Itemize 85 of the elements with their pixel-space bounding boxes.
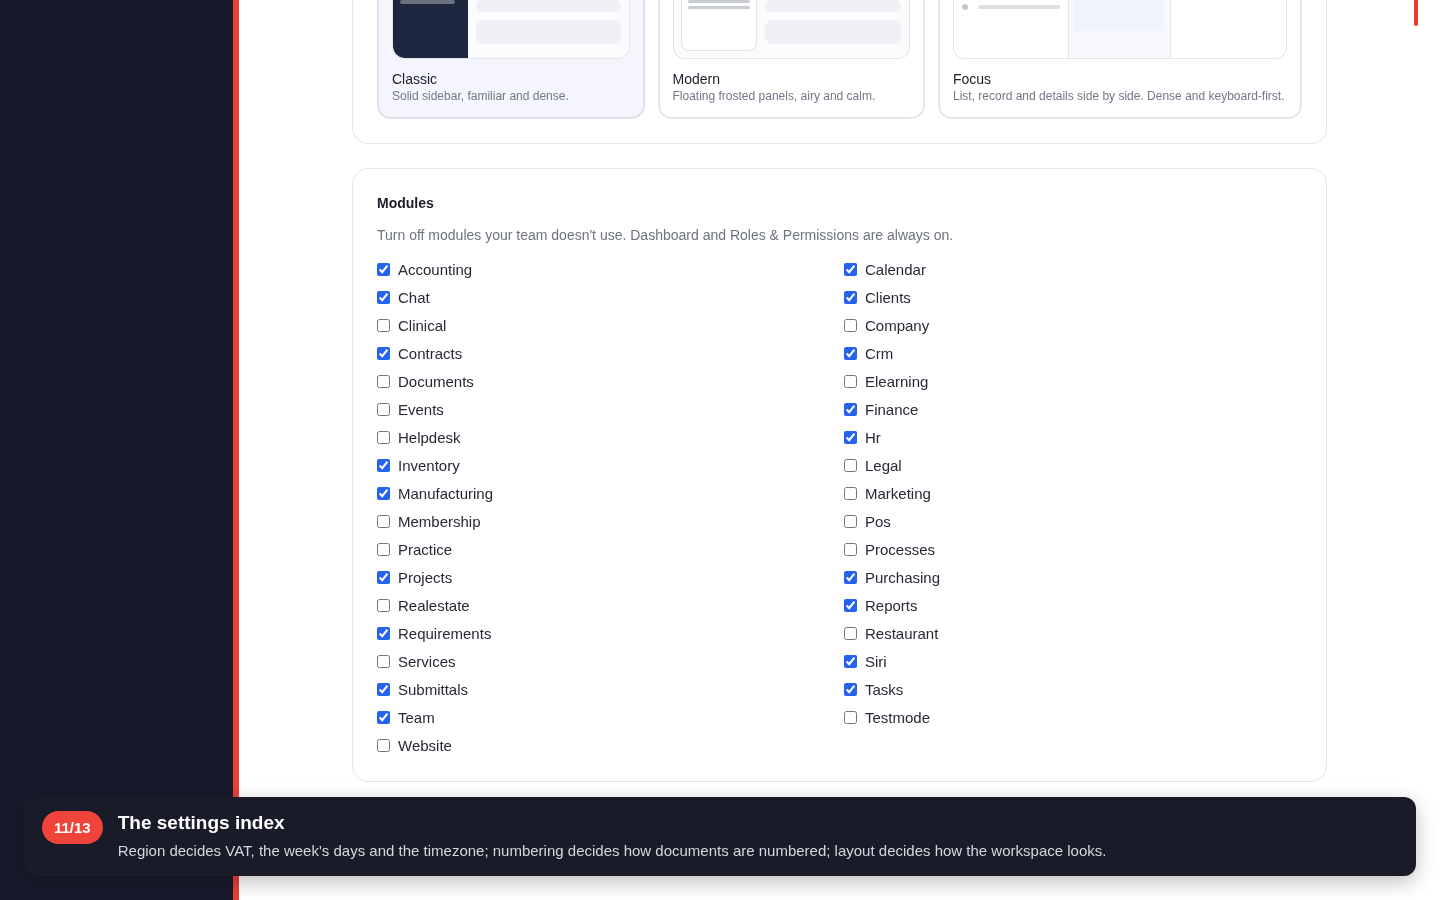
checkbox[interactable] [844, 486, 857, 500]
checkbox[interactable] [377, 626, 390, 640]
checkbox[interactable] [377, 654, 390, 668]
marker-stroke [1414, 0, 1418, 26]
module-label: Restaurant [865, 624, 939, 642]
module-label: Membership [398, 512, 481, 530]
layout-description: Floating frosted panels, airy and calm. [672, 88, 877, 104]
module-label: Website [398, 736, 452, 754]
checkbox[interactable] [844, 682, 857, 696]
layout-name: Classic [392, 70, 439, 88]
module-label: Services [398, 652, 456, 670]
layout-option[interactable]: Focus List, record and details side by side. Dense and keyboard-first. [938, 0, 1302, 119]
tooltip-text: Region decides VAT, the week's days and the timezone; numbering decides how documents are numbered; layout decides how the workspace looks. [117, 842, 1107, 859]
layout-description: List, record and details side by side. Dense and keyboard-first. [953, 88, 1286, 104]
layout-name: Modern [672, 70, 721, 88]
module-label: Submittals [398, 680, 469, 698]
module-label: Elearning [865, 372, 929, 390]
module-label: Projects [398, 568, 453, 586]
module-label: Realestate [398, 596, 470, 614]
module-label: Pos [865, 512, 891, 530]
layout-description: Solid sidebar, familiar and dense. [392, 88, 570, 104]
module-label: Accounting [398, 260, 473, 278]
module-label: Manufacturing [398, 484, 494, 502]
checkbox[interactable] [844, 262, 857, 276]
module-label: Practice [398, 540, 453, 558]
layout-name: Focus [953, 70, 993, 88]
checkbox[interactable] [844, 542, 857, 556]
module-label: Calendar [865, 260, 926, 278]
checkbox[interactable] [844, 402, 857, 416]
module-label: Inventory [398, 456, 460, 474]
module-label: Events [398, 400, 444, 418]
checkbox[interactable] [377, 430, 390, 444]
module-label: Team [398, 708, 435, 726]
module-label: Processes [865, 540, 936, 558]
checkbox[interactable] [377, 458, 390, 472]
checkbox[interactable] [844, 458, 857, 472]
module-label: Hr [865, 428, 881, 446]
checkbox[interactable] [377, 262, 390, 276]
layout-option[interactable]: Classic Solid sidebar, familiar and dense. [377, 0, 645, 119]
module-label: Documents [398, 372, 474, 390]
checkbox[interactable] [377, 598, 390, 612]
module-label: Helpdesk [398, 428, 461, 446]
layout-option[interactable]: Modern Floating frosted panels, airy and calm. [657, 0, 925, 119]
checkbox[interactable] [377, 290, 390, 304]
section-description: Turn off modules your team doesn't use. Dashboard and Roles & Permissions are always on. [377, 227, 955, 243]
checkbox[interactable] [377, 738, 390, 752]
checkbox[interactable] [377, 710, 390, 724]
checkbox[interactable] [377, 486, 390, 500]
checkbox[interactable] [844, 346, 857, 360]
module-label: Company [865, 316, 930, 334]
checkbox[interactable] [844, 598, 857, 612]
tooltip-title: The settings index [117, 812, 286, 834]
checkbox[interactable] [844, 290, 857, 304]
checkbox[interactable] [377, 514, 390, 528]
checkbox[interactable] [377, 682, 390, 696]
module-label: Reports [865, 596, 918, 614]
checkbox[interactable] [377, 402, 390, 416]
module-label: Clients [865, 288, 911, 306]
module-label: Purchasing [865, 568, 941, 586]
module-label: Testmode [865, 708, 931, 726]
module-label: Requirements [398, 624, 492, 642]
checkbox[interactable] [377, 318, 390, 332]
step-badge: 11/13 [42, 811, 103, 844]
checkbox[interactable] [844, 570, 857, 584]
module-label: Finance [865, 400, 919, 418]
checkbox[interactable] [844, 430, 857, 444]
checkbox[interactable] [377, 346, 390, 360]
checkbox[interactable] [377, 374, 390, 388]
module-label: Marketing [865, 484, 931, 502]
checkbox[interactable] [377, 542, 390, 556]
module-label: Chat [398, 288, 430, 306]
checkbox[interactable] [844, 654, 857, 668]
checkbox[interactable] [844, 318, 857, 332]
checkbox[interactable] [844, 710, 857, 724]
module-label: Crm [865, 344, 894, 362]
module-label: Siri [865, 652, 887, 670]
module-label: Tasks [865, 680, 904, 698]
checkbox[interactable] [844, 374, 857, 388]
module-label: Clinical [398, 316, 447, 334]
checkbox[interactable] [377, 570, 390, 584]
section-title: Modules [377, 195, 435, 211]
checkbox[interactable] [844, 514, 857, 528]
checkbox[interactable] [844, 626, 857, 640]
module-label: Legal [865, 456, 902, 474]
module-label: Contracts [398, 344, 463, 362]
